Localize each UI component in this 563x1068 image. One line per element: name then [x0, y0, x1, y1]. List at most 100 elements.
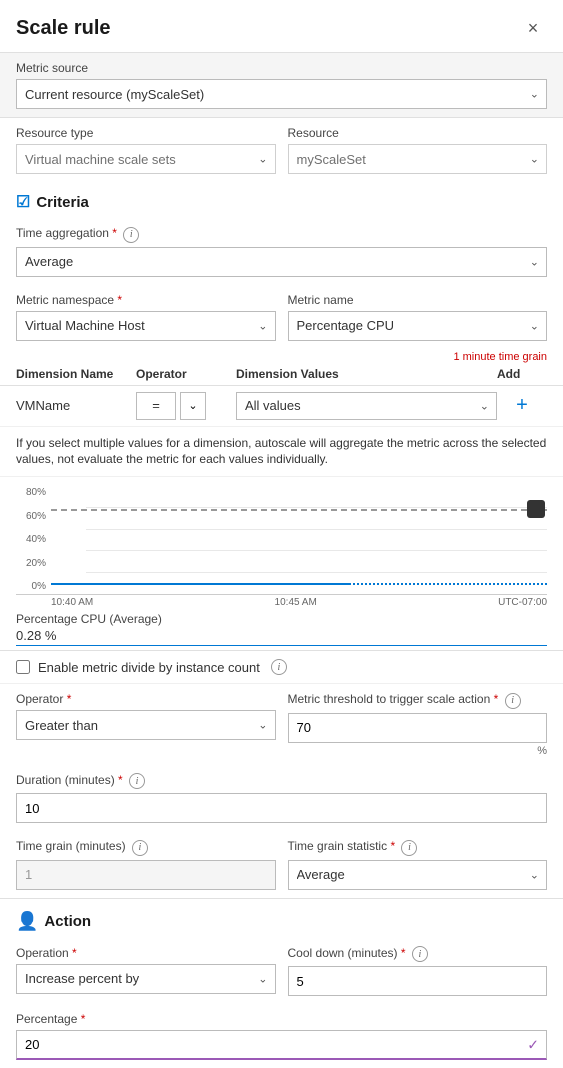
operator-dropdown[interactable]: ⌄: [180, 392, 206, 420]
chart-data-line-dotted: [349, 583, 547, 585]
y-label-40: 40%: [16, 534, 46, 545]
criteria-icon: ☑: [16, 192, 30, 212]
criteria-section-title: ☑ Criteria: [0, 182, 563, 218]
resource-type-select-wrapper: Virtual machine scale sets ⌄: [16, 144, 276, 174]
cooldown-col: Cool down (minutes) * i: [288, 946, 548, 997]
metric-source-select-wrapper: Current resource (myScaleSet) ⌄: [16, 79, 547, 109]
criteria-title-text: Criteria: [36, 194, 89, 211]
resource-select: myScaleSet: [288, 144, 548, 174]
metric-source-label: Metric source: [16, 61, 547, 75]
y-label-20: 20%: [16, 558, 46, 569]
percentage-check-icon: ✓: [527, 1037, 539, 1054]
chart-tooltip-dot: [527, 500, 545, 518]
resource-section: Resource type Virtual machine scale sets…: [0, 118, 563, 182]
resource-col: Resource myScaleSet ⌄: [288, 126, 548, 174]
dimension-values-header: Dimension Values: [236, 367, 497, 381]
enable-metric-divide-info-icon[interactable]: i: [271, 659, 287, 675]
y-label-0: 0%: [16, 581, 46, 592]
time-aggregation-section: Time aggregation * i Average ⌄: [0, 218, 563, 285]
operator-header: Operator: [136, 367, 236, 381]
grid-line-20: [86, 572, 547, 573]
dimension-table-row: VMName = ⌄ All values ⌄ +: [0, 386, 563, 427]
metric-threshold-label: Metric threshold to trigger scale action…: [288, 692, 548, 709]
metric-source-section: Metric source Current resource (myScaleS…: [0, 53, 563, 117]
duration-section: Duration (minutes) * i: [0, 765, 563, 832]
dimension-values-select[interactable]: All values: [236, 392, 497, 420]
operation-select[interactable]: Increase percent by: [16, 964, 276, 994]
time-grain-statistic-select[interactable]: Average: [288, 860, 548, 890]
x-label-2: 10:45 AM: [275, 597, 317, 608]
duration-info-icon[interactable]: i: [129, 773, 145, 789]
chart-threshold-line: [51, 509, 547, 511]
time-grain-statistic-col: Time grain statistic * i Average ⌄: [288, 839, 548, 890]
operator-select[interactable]: Greater than: [16, 710, 276, 740]
resource-type-label: Resource type: [16, 126, 276, 140]
metric-threshold-input[interactable]: [288, 713, 548, 743]
duration-input[interactable]: [16, 793, 547, 823]
operation-cooldown-row: Operation * Increase percent by ⌄ Cool d…: [16, 946, 547, 997]
percentage-section: Percentage * ✓: [0, 1004, 563, 1068]
metric-namespace-select-wrapper: Virtual Machine Host ⌄: [16, 311, 276, 341]
panel-title: Scale rule: [16, 17, 111, 40]
resource-type-select: Virtual machine scale sets: [16, 144, 276, 174]
metric-namespace-select[interactable]: Virtual Machine Host: [16, 311, 276, 341]
operator-field-label: Operator *: [16, 692, 276, 706]
metric-namespace-col: Metric namespace * Virtual Machine Host …: [16, 293, 276, 341]
time-grain-statistic-select-wrapper: Average ⌄: [288, 860, 548, 890]
cooldown-label: Cool down (minutes) * i: [288, 946, 548, 963]
dimension-name-header: Dimension Name: [16, 367, 136, 381]
metric-row: Metric namespace * Virtual Machine Host …: [16, 293, 547, 341]
action-title-text: Action: [44, 913, 91, 930]
metric-namespace-label: Metric namespace *: [16, 293, 276, 307]
time-grain-statistic-info-icon[interactable]: i: [401, 840, 417, 856]
resource-row: Resource type Virtual machine scale sets…: [16, 126, 547, 174]
time-aggregation-info-icon[interactable]: i: [123, 227, 139, 243]
time-grain-note: 1 minute time grain: [0, 349, 563, 363]
add-dimension-button[interactable]: +: [497, 394, 547, 417]
chart-area: 0% 20% 40% 60% 80%: [0, 477, 563, 608]
resource-select-wrapper: myScaleSet ⌄: [288, 144, 548, 174]
scale-rule-panel: Scale rule × Metric source Current resou…: [0, 0, 563, 1068]
action-icon: 👤: [16, 911, 38, 932]
close-button[interactable]: ×: [519, 14, 547, 42]
chart-data-line-solid: [51, 583, 349, 585]
cooldown-input[interactable]: [288, 966, 548, 996]
panel-header: Scale rule ×: [0, 0, 563, 53]
metric-threshold-unit: %: [288, 745, 548, 757]
operator-threshold-section: Operator * Greater than ⌄ Metric thresho…: [0, 684, 563, 765]
dimension-name-value: VMName: [16, 398, 136, 413]
add-header: Add: [497, 367, 547, 381]
percentage-input[interactable]: [16, 1030, 547, 1060]
time-grain-row: Time grain (minutes) i Time grain statis…: [16, 839, 547, 890]
time-grain-info-icon[interactable]: i: [132, 840, 148, 856]
cooldown-info-icon[interactable]: i: [412, 946, 428, 962]
metric-name-select-wrapper: Percentage CPU ⌄: [288, 311, 548, 341]
metric-name-select[interactable]: Percentage CPU: [288, 311, 548, 341]
metric-source-select[interactable]: Current resource (myScaleSet): [16, 79, 547, 109]
metric-name-label: Metric name: [288, 293, 548, 307]
time-grain-statistic-label: Time grain statistic * i: [288, 839, 548, 856]
time-grain-input: [16, 860, 276, 890]
y-label-60: 60%: [16, 511, 46, 522]
grid-line-40: [86, 550, 547, 551]
time-aggregation-select[interactable]: Average: [16, 247, 547, 277]
chart-x-labels: 10:40 AM 10:45 AM UTC-07:00: [16, 595, 547, 608]
metric-name-col: Metric name Percentage CPU ⌄: [288, 293, 548, 341]
operator-cell: = ⌄: [136, 392, 236, 420]
action-section: Operation * Increase percent by ⌄ Cool d…: [0, 938, 563, 1005]
operator-equals-box: =: [136, 392, 176, 420]
metric-namespace-section: Metric namespace * Virtual Machine Host …: [0, 285, 563, 349]
chart-container: 0% 20% 40% 60% 80%: [16, 485, 547, 595]
metric-threshold-info-icon[interactable]: i: [505, 693, 521, 709]
grid-line-80: [86, 507, 547, 508]
enable-metric-divide-checkbox[interactable]: [16, 660, 30, 674]
y-label-80: 80%: [16, 487, 46, 498]
operator-threshold-row: Operator * Greater than ⌄ Metric thresho…: [16, 692, 547, 757]
operation-col: Operation * Increase percent by ⌄: [16, 946, 276, 997]
metric-display-value: 0.28 %: [16, 628, 547, 646]
enable-metric-divide-row: Enable metric divide by instance count i: [0, 651, 563, 684]
chart-inner: [51, 485, 547, 594]
metric-threshold-col: Metric threshold to trigger scale action…: [288, 692, 548, 757]
metric-value-bar: Percentage CPU (Average) 0.28 %: [0, 608, 563, 651]
operation-select-wrapper: Increase percent by ⌄: [16, 964, 276, 994]
